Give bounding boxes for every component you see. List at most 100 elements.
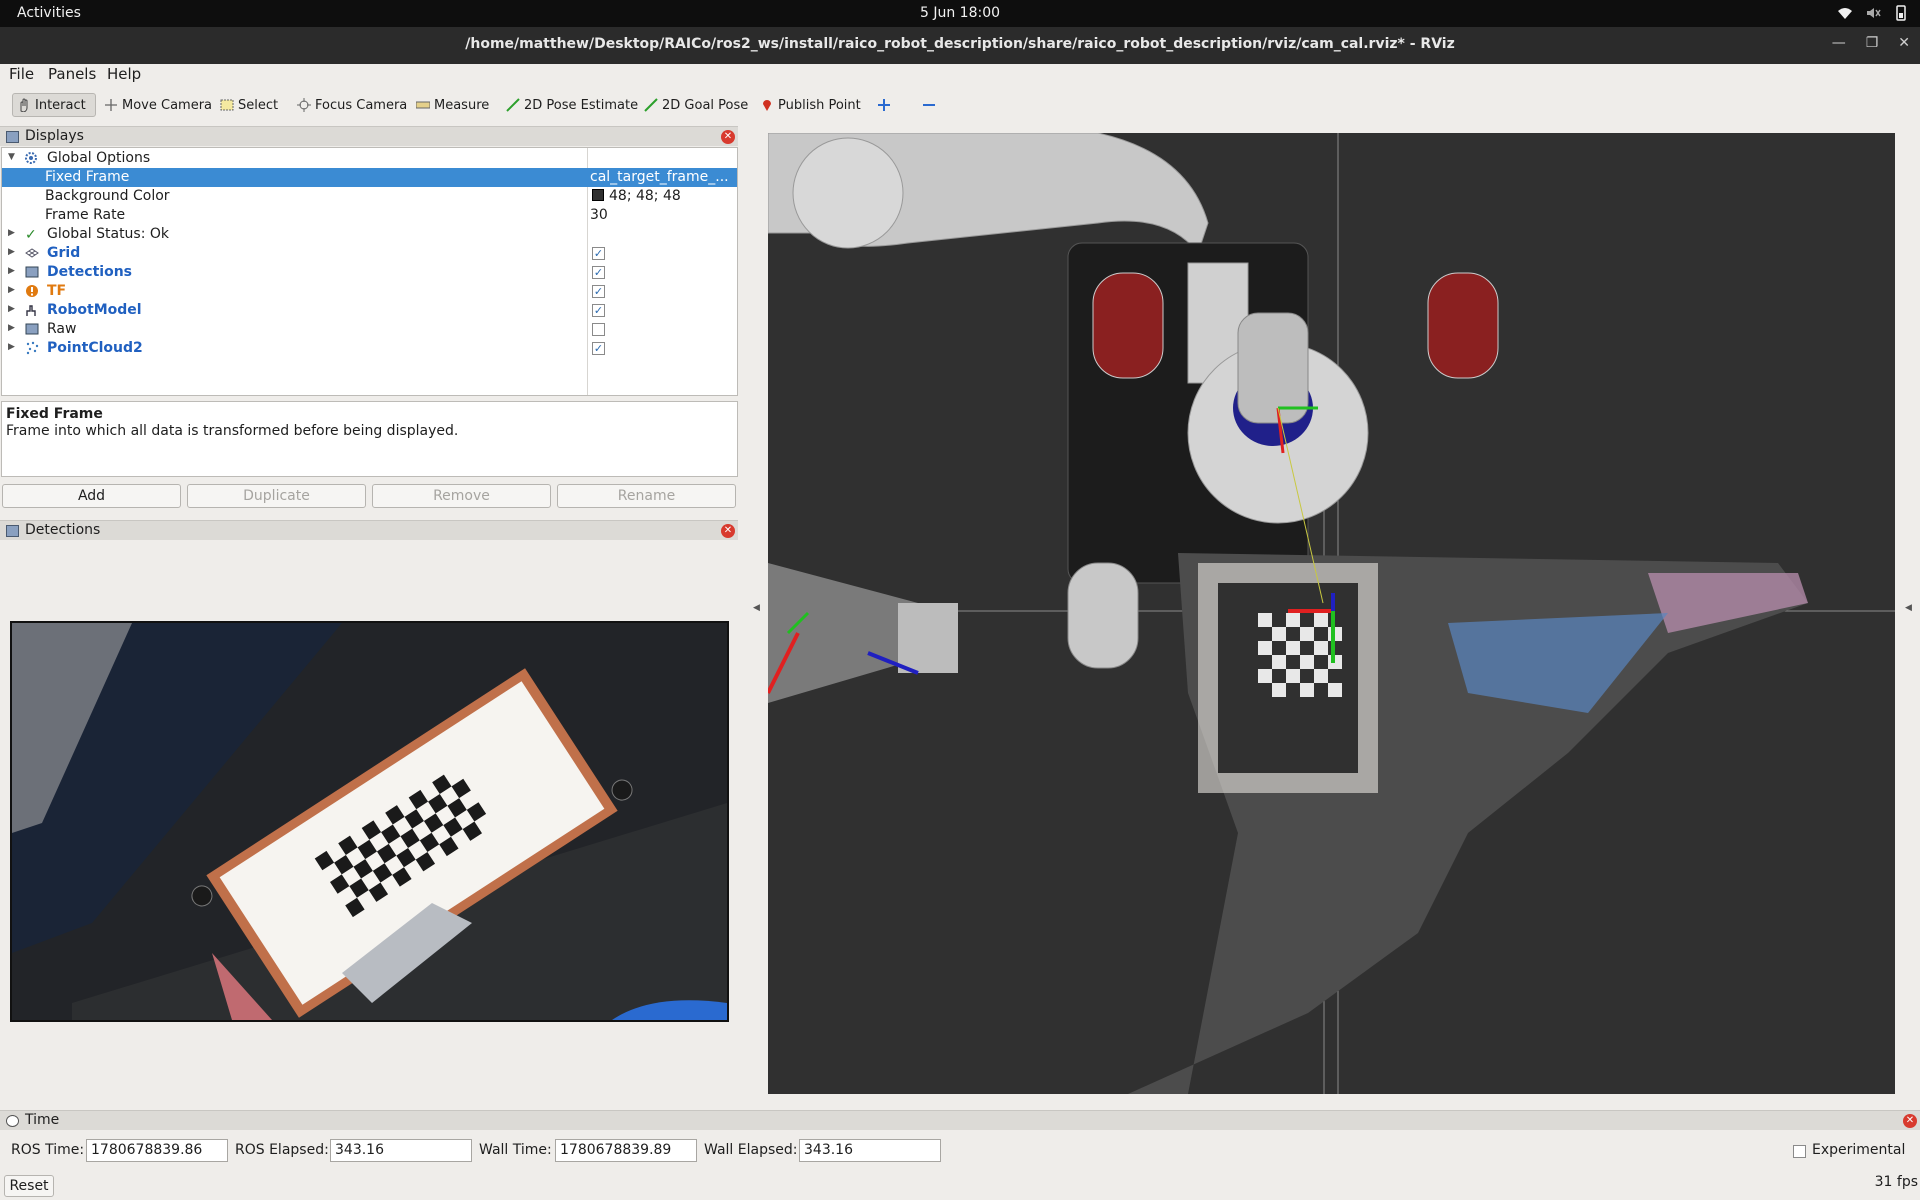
tree-row-background-color[interactable]: Background Color 48; 48; 48 [2,187,737,206]
tree-row-raw[interactable]: ▶ Raw [2,320,737,339]
focus-target-icon [297,98,311,112]
tree-row-grid[interactable]: ▶ Grid ✓ [2,244,737,263]
minimize-icon[interactable]: — [1832,35,1846,51]
tree-row-global-status[interactable]: ▶ ✓ Global Status: Ok [2,225,737,244]
fixed-frame-value[interactable]: cal_target_frame_... [590,169,729,185]
3d-render-viewport[interactable] [768,133,1895,1094]
minus-icon [922,98,936,112]
battery-icon [1892,4,1910,22]
measure-tool-button[interactable]: Measure [412,93,493,117]
system-top-bar: Activities 5 Jun 18:00 [0,0,1920,27]
tree-row-robotmodel[interactable]: ▶ RobotModel ✓ [2,301,737,320]
clock-icon [6,1115,19,1127]
close-window-icon[interactable]: ✕ [1898,35,1910,51]
expand-arrow-icon[interactable]: ▶ [8,266,15,276]
move-camera-tool-button[interactable]: Move Camera [100,93,216,117]
collapse-right-icon[interactable]: ◀ [1905,603,1912,613]
expand-arrow-icon[interactable]: ▶ [8,228,15,238]
remove-tool-button[interactable] [918,93,940,117]
checkmark-icon: ✓ [25,227,37,243]
property-description: Fixed Frame Frame into which all data is… [1,401,738,477]
tree-row-fixed-frame[interactable]: Fixed Frame cal_target_frame_... [2,168,737,187]
expand-arrow-icon[interactable]: ▶ [8,285,15,295]
ros-time-field[interactable]: 1780678839.86 [86,1139,228,1162]
expand-arrow-icon[interactable]: ▶ [8,304,15,314]
tree-row-pointcloud2[interactable]: ▶ PointCloud2 ✓ [2,339,737,358]
focus-camera-tool-button[interactable]: Focus Camera [293,93,411,117]
green-arrow-icon [506,98,520,112]
background-color-value[interactable]: 48; 48; 48 [609,188,681,204]
add-display-button[interactable]: Add [2,484,181,508]
menu-bar: File Panels Help [0,64,1920,87]
select-box-icon [220,98,234,112]
ruler-icon [415,98,431,112]
tree-row-frame-rate[interactable]: Frame Rate 30 [2,206,737,225]
collapse-left-icon[interactable]: ◀ [753,603,760,613]
image-display-icon [25,322,39,336]
ros-elapsed-label: ROS Elapsed: [235,1142,329,1158]
pointcloud2-checkbox[interactable]: ✓ [592,342,605,355]
system-tray[interactable] [1836,4,1910,22]
wall-time-label: Wall Time: [479,1142,552,1158]
tool-bar: Interact Move Camera Select Focus Camera… [0,88,1920,122]
raw-checkbox[interactable] [592,323,605,336]
expand-arrow-icon[interactable]: ▶ [8,342,15,352]
close-panel-icon[interactable]: ✕ [721,130,735,144]
image-display-icon [6,525,19,537]
left-splitter[interactable]: ◀ [748,133,768,1094]
experimental-label: Experimental [1812,1142,1906,1158]
hand-icon [17,98,31,113]
add-tool-button[interactable] [873,93,895,117]
wall-elapsed-label: Wall Elapsed: [704,1142,798,1158]
duplicate-display-button[interactable]: Duplicate [187,484,366,508]
pose-estimate-tool-button[interactable]: 2D Pose Estimate [502,93,642,117]
wall-time-field[interactable]: 1780678839.89 [555,1139,697,1162]
image-display-icon [25,265,39,279]
warning-icon [25,284,39,298]
ros-elapsed-field[interactable]: 343.16 [330,1139,472,1162]
experimental-checkbox[interactable] [1793,1145,1806,1158]
time-panel-header: Time ✕ [0,1110,1920,1130]
system-clock[interactable]: 5 Jun 18:00 [0,5,1920,21]
camera-detection-image [10,621,729,1022]
point-cloud-icon [25,341,39,355]
maximize-icon[interactable]: ❐ [1866,35,1879,51]
grid-icon [25,246,39,260]
grid-checkbox[interactable]: ✓ [592,247,605,260]
expand-arrow-icon[interactable]: ▶ [8,247,15,257]
menu-panels[interactable]: Panels [48,65,96,83]
displays-tree[interactable]: ▼ Global Options Fixed Frame cal_target_… [1,147,738,396]
tree-row-detections[interactable]: ▶ Detections ✓ [2,263,737,282]
menu-file[interactable]: File [9,65,34,83]
move-camera-icon [104,98,118,112]
monitor-icon [6,131,19,143]
right-splitter[interactable]: ◀ [1897,133,1920,1094]
window-title-bar[interactable]: /home/matthew/Desktop/RAICo/ros2_ws/inst… [0,27,1920,64]
goal-pose-tool-button[interactable]: 2D Goal Pose [640,93,752,117]
reset-button[interactable]: Reset [4,1175,54,1197]
publish-point-tool-button[interactable]: Publish Point [756,93,865,117]
robotmodel-checkbox[interactable]: ✓ [592,304,605,317]
wifi-icon [1836,4,1854,22]
menu-help[interactable]: Help [107,65,141,83]
tree-row-global-options[interactable]: ▼ Global Options [2,149,737,168]
close-panel-icon[interactable]: ✕ [721,524,735,538]
remove-display-button[interactable]: Remove [372,484,551,508]
plus-icon [877,98,891,112]
detections-panel-header: Detections ✕ [0,520,738,540]
rename-display-button[interactable]: Rename [557,484,736,508]
color-swatch[interactable] [592,188,604,204]
tf-checkbox[interactable]: ✓ [592,285,605,298]
green-arrow-icon [644,98,658,112]
speaker-muted-icon [1864,4,1882,22]
detections-checkbox[interactable]: ✓ [592,266,605,279]
select-tool-button[interactable]: Select [216,93,282,117]
expand-arrow-icon[interactable]: ▶ [8,323,15,333]
interact-tool-button[interactable]: Interact [12,93,96,117]
tree-row-tf[interactable]: ▶ TF ✓ [2,282,737,301]
frame-rate-value[interactable]: 30 [590,207,608,223]
close-panel-icon[interactable]: ✕ [1903,1114,1917,1128]
ros-time-label: ROS Time: [11,1142,85,1158]
wall-elapsed-field[interactable]: 343.16 [799,1139,941,1162]
expand-arrow-icon[interactable]: ▼ [8,152,15,162]
